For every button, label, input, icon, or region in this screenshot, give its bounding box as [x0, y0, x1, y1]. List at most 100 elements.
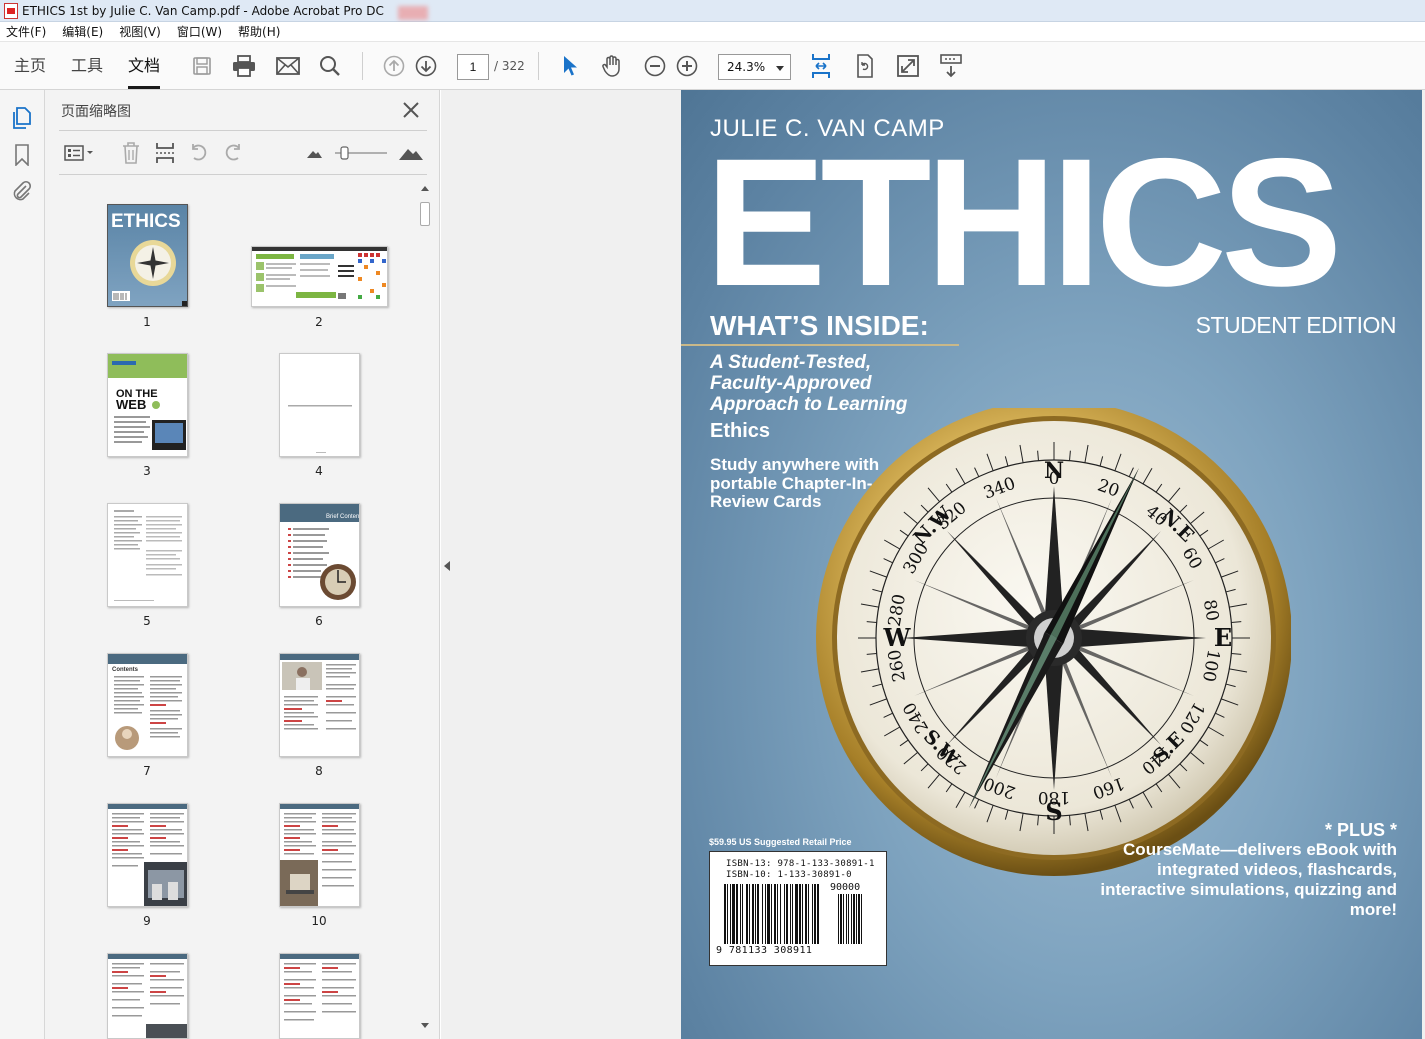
delete-pages-icon[interactable]: [118, 140, 144, 166]
barcode-bar: [724, 884, 726, 944]
zoom-level-select[interactable]: 24.3%: [718, 54, 791, 80]
barcode-bar: [802, 884, 803, 944]
menu-bar: 文件(F) 编辑(E) 视图(V) 窗口(W) 帮助(H): [0, 22, 1425, 42]
close-icon[interactable]: [400, 99, 422, 121]
page-thumbnail-5[interactable]: [107, 503, 188, 607]
barcode-bar: [851, 894, 852, 944]
compass-north-label: N: [1044, 458, 1064, 484]
next-page-icon[interactable]: [414, 54, 438, 78]
page-thumbnail-9[interactable]: [107, 803, 188, 907]
fit-page-icon[interactable]: [809, 54, 833, 78]
zoom-in-icon[interactable]: [675, 54, 699, 78]
page-thumbnail-1[interactable]: ETHICS: [107, 204, 188, 307]
toolbar-customize-icon[interactable]: [939, 54, 963, 78]
collapse-panel-icon[interactable]: [444, 561, 450, 571]
page-thumbnail-6[interactable]: Brief Contents: [279, 503, 360, 607]
cover-tagline: A Student-Tested, Faculty-Approved Appro…: [710, 352, 908, 415]
scroll-down-icon[interactable]: [421, 1023, 429, 1028]
page-thumbnail-8[interactable]: [279, 653, 360, 757]
divider: [681, 344, 959, 346]
navigation-rail: [0, 90, 45, 1039]
page-thumbnail-4[interactable]: [279, 353, 360, 457]
toolbar-separator: [362, 52, 363, 80]
rotate-clockwise-icon[interactable]: [220, 140, 246, 166]
barcode-bar: [858, 894, 860, 944]
redacted-mark: [398, 6, 428, 20]
rotate-page-icon[interactable]: [853, 54, 877, 78]
email-icon[interactable]: [276, 54, 300, 78]
search-icon[interactable]: [318, 54, 342, 78]
compass-degree-label: 80: [1199, 598, 1222, 623]
thumbnail-label: 9: [143, 914, 151, 928]
thumbnail-label: 1: [143, 315, 151, 329]
barcode-bar: [757, 884, 759, 944]
barcode-bar: [732, 884, 735, 944]
page-thumbnails-icon[interactable]: [11, 107, 33, 129]
compass-west-label: W: [883, 623, 912, 652]
compass-image: 0 204060801001201401601802002202402602803…: [816, 408, 1291, 876]
menu-view[interactable]: 视图(V): [119, 23, 161, 40]
barcode-bar: [746, 884, 748, 944]
page-thumbnail-7[interactable]: Contents: [107, 653, 188, 757]
thumbnail-label: 3: [143, 464, 151, 478]
menu-window[interactable]: 窗口(W): [177, 23, 222, 40]
previous-page-icon[interactable]: [382, 54, 406, 78]
scrollbar-thumb[interactable]: [420, 202, 430, 226]
attachment-icon[interactable]: [11, 180, 33, 202]
window-title: ETHICS 1st by Julie C. Van Camp.pdf - Ad…: [22, 3, 384, 18]
barcode-bar: [752, 884, 754, 944]
hand-tool-icon[interactable]: [600, 54, 624, 78]
scroll-up-icon[interactable]: [421, 186, 429, 191]
menu-file[interactable]: 文件(F): [6, 23, 46, 40]
barcode-bar: [765, 884, 766, 944]
print-icon[interactable]: [232, 54, 256, 78]
zoom-out-icon[interactable]: [643, 54, 667, 78]
insert-page-icon[interactable]: [152, 140, 178, 166]
barcode-bar: [846, 894, 847, 944]
thumbnail-label: 8: [315, 764, 323, 778]
page-thumbnail-11[interactable]: [107, 953, 188, 1039]
page-thumbnail-10[interactable]: [279, 803, 360, 907]
thumbnail-size-slider[interactable]: [333, 140, 389, 166]
menu-edit[interactable]: 编辑(E): [62, 23, 103, 40]
save-icon[interactable]: [190, 54, 214, 78]
small-thumbnails-icon[interactable]: [301, 140, 327, 166]
page-number-input[interactable]: [457, 54, 489, 80]
isbn-10: ISBN-10: 1-133-30891-0: [726, 870, 852, 880]
page-thumbnail-12[interactable]: [279, 953, 360, 1039]
barcode-bar: [755, 884, 756, 944]
cover-title: ETHICS: [705, 120, 1342, 324]
svg-text:Contents: Contents: [112, 667, 139, 673]
barcode-bar: [727, 884, 728, 944]
page-thumbnail-3[interactable]: ON THE WEB: [107, 353, 188, 457]
barcode-bar: [774, 884, 776, 944]
barcode-bar: [762, 884, 763, 944]
svg-text:ETHICS: ETHICS: [111, 211, 181, 232]
rotate-counterclockwise-icon[interactable]: [186, 140, 212, 166]
barcode-bar: [861, 894, 862, 944]
panel-title: 页面缩略图: [61, 104, 131, 120]
barcode-bar: [805, 884, 807, 944]
thumbnail-scrollbar[interactable]: [418, 182, 432, 1034]
page-thumbnails-panel: 页面缩略图 ETHICS 1 2 ON THE WEB 3 4 5 Brief …: [45, 90, 440, 1039]
full-screen-icon[interactable]: [896, 54, 920, 78]
barcode-bar: [814, 884, 816, 944]
tab-home[interactable]: 主页: [14, 42, 46, 89]
zoom-level-value: 24.3%: [727, 60, 766, 74]
thumbnail-label: 10: [311, 914, 327, 928]
menu-help[interactable]: 帮助(H): [238, 23, 280, 40]
chevron-down-icon: [776, 66, 784, 71]
pdf-app-icon: [4, 2, 18, 19]
barcode-bar: [848, 894, 849, 944]
tab-document[interactable]: 文档: [128, 42, 161, 89]
options-menu-icon[interactable]: [63, 140, 97, 166]
thumbnail-toolbar: [45, 134, 440, 174]
barcode-bar: [771, 884, 772, 944]
page-thumbnail-2[interactable]: [251, 246, 388, 307]
tab-tools[interactable]: 工具: [71, 42, 103, 89]
barcode-bar: [736, 884, 738, 944]
select-cursor-icon[interactable]: [558, 54, 582, 78]
bookmark-icon[interactable]: [11, 144, 33, 167]
compass-east-label: E: [1214, 623, 1232, 652]
large-thumbnails-icon[interactable]: [398, 140, 424, 166]
